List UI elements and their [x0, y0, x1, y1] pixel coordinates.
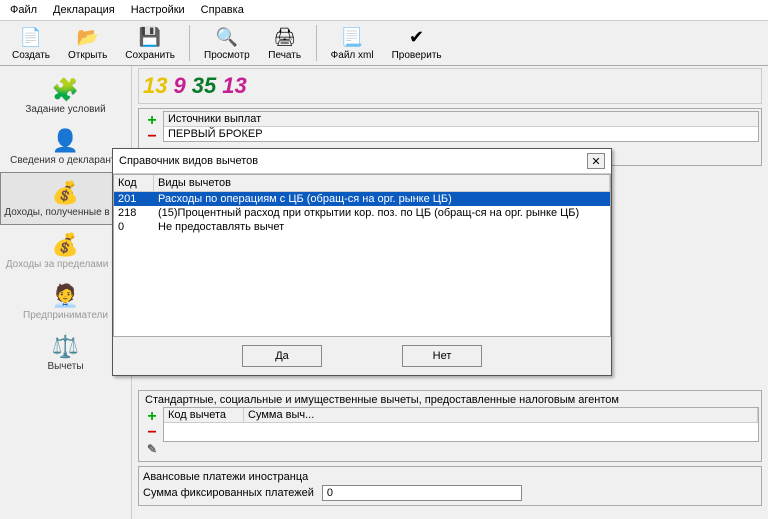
deductions-block: Стандартные, социальные и имущественные …	[138, 390, 762, 462]
preview-icon: 🔍	[215, 25, 239, 49]
dialog-yes-button[interactable]: Да	[242, 345, 322, 367]
toolbar-xml[interactable]: 📃Файл xml	[323, 23, 382, 63]
deduction-edit-button[interactable]: ✎	[143, 441, 161, 457]
dialog-no-button[interactable]: Нет	[402, 345, 482, 367]
rate-tab-13b[interactable]: 13	[222, 73, 246, 99]
toolbar-open[interactable]: 📂Открыть	[60, 23, 115, 63]
print-icon: 🖨	[273, 25, 297, 49]
close-icon: ✕	[591, 155, 600, 168]
advance-title: Авансовые платежи иностранца	[143, 471, 757, 483]
save-icon: 💾	[138, 25, 162, 49]
entrepreneur-icon: 🧑‍💼	[52, 282, 80, 310]
toolbar-check[interactable]: ✔Проверить	[384, 23, 450, 63]
deduction-add-button[interactable]: +	[143, 409, 161, 425]
scales-icon: ⚖️	[52, 333, 80, 361]
menubar: Файл Декларация Настройки Справка	[0, 0, 768, 21]
new-doc-icon: 📄	[19, 25, 43, 49]
open-folder-icon: 📂	[76, 25, 100, 49]
toolbar: 📄Создать 📂Открыть 💾Сохранить 🔍Просмотр 🖨…	[0, 21, 768, 66]
rate-tab-35[interactable]: 35	[192, 73, 216, 99]
menu-declaration[interactable]: Декларация	[47, 2, 121, 18]
toolbar-save[interactable]: 💾Сохранить	[117, 23, 183, 63]
col-deduction-sum[interactable]: Сумма выч...	[244, 408, 758, 422]
dialog-row[interactable]: 218 (15)Процентный расход при открытии к…	[114, 206, 610, 220]
toolbar-preview[interactable]: 🔍Просмотр	[196, 23, 258, 63]
toolbar-print[interactable]: 🖨Печать	[260, 23, 310, 63]
tree-icon: 🧩	[52, 76, 80, 104]
advance-input[interactable]	[322, 485, 522, 501]
rate-tab-9[interactable]: 9	[173, 73, 185, 99]
coins-gray-icon: 💰	[52, 231, 80, 259]
dialog-col-code[interactable]: Код	[114, 175, 154, 191]
deductions-controls: + − ✎	[141, 407, 163, 459]
source-remove-button[interactable]: −	[143, 129, 161, 145]
deduction-types-dialog: Справочник видов вычетов ✕ Код Виды выче…	[112, 148, 612, 376]
deductions-title: Стандартные, социальные и имущественные …	[141, 393, 759, 407]
toolbar-separator	[316, 25, 317, 61]
source-add-button[interactable]: +	[143, 113, 161, 129]
menu-settings[interactable]: Настройки	[125, 2, 191, 18]
rate-tab-13a[interactable]: 13	[143, 73, 167, 99]
toolbar-create[interactable]: 📄Создать	[4, 23, 58, 63]
dialog-title: Справочник видов вычетов	[119, 155, 258, 167]
dialog-row[interactable]: 201 Расходы по операциям с ЦБ (обращ-ся …	[114, 192, 610, 206]
dialog-grid[interactable]: Код Виды вычетов 201 Расходы по операция…	[113, 174, 611, 337]
source-row[interactable]: ПЕРВЫЙ БРОКЕР	[164, 127, 758, 141]
advance-block: Авансовые платежи иностранца Сумма фикси…	[138, 466, 762, 506]
xml-icon: 📃	[340, 25, 364, 49]
person-icon: 👤	[52, 127, 80, 155]
sources-header: Источники выплат	[164, 112, 758, 127]
deductions-table[interactable]: Код вычета Сумма выч...	[163, 407, 759, 442]
coins-icon: 💰	[52, 179, 80, 207]
dialog-row[interactable]: 0 Не предоставлять вычет	[114, 220, 610, 234]
sources-list[interactable]: Источники выплат ПЕРВЫЙ БРОКЕР	[163, 111, 759, 142]
toolbar-separator	[189, 25, 190, 61]
menu-file[interactable]: Файл	[4, 2, 43, 18]
dialog-col-type[interactable]: Виды вычетов	[154, 175, 610, 191]
deduction-remove-button[interactable]: −	[143, 425, 161, 441]
check-icon: ✔	[405, 25, 429, 49]
advance-label: Сумма фиксированных платежей	[143, 487, 314, 499]
dialog-close-button[interactable]: ✕	[587, 153, 605, 169]
rate-tabs: 13 9 35 13	[138, 68, 762, 104]
col-deduction-code[interactable]: Код вычета	[164, 408, 244, 422]
menu-help[interactable]: Справка	[195, 2, 250, 18]
sidebar-item-conditions[interactable]: 🧩Задание условий	[0, 70, 131, 121]
